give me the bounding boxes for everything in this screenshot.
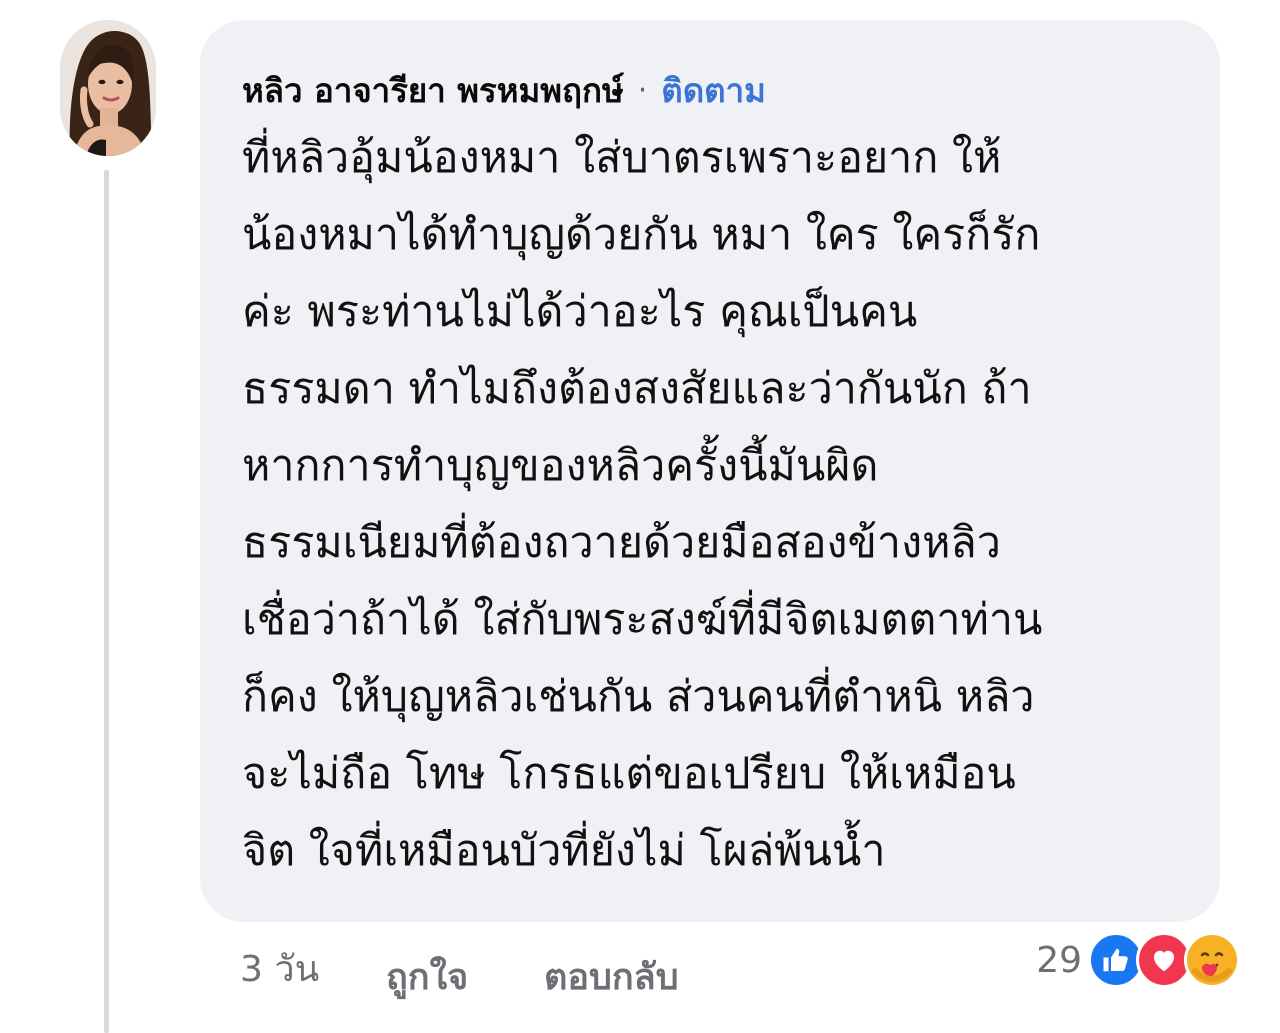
like-button[interactable]: ถูกใจ — [386, 948, 468, 1005]
reaction-count: 29 — [1036, 939, 1082, 981]
comment-bubble: หลิว อาจารียา พรหมพฤกษ์ · ติดตาม ที่หลิว… — [200, 20, 1220, 922]
comment-line: จะไม่ถือ โทษ โกรธแต่ขอเปรียบ ให้เหมือน — [242, 749, 1016, 799]
author-name[interactable]: หลิว อาจารียา พรหมพฤกษ์ — [242, 64, 624, 117]
comment-thread: หลิว อาจารียา พรหมพฤกษ์ · ติดตาม ที่หลิว… — [0, 0, 1280, 1033]
comment-line: เชื่อว่าถ้าได้ ใส่กับพระสงฆ์ที่มีจิตเมตต… — [242, 595, 1043, 645]
avatar-portrait — [60, 20, 156, 156]
timestamp[interactable]: 3 วัน — [240, 940, 319, 997]
author-row: หลิว อาจารียา พรหมพฤกษ์ · ติดตาม — [242, 60, 1180, 120]
comment-line: ค่ะ พระท่านไม่ได้ว่าอะไร คุณเป็นคน — [242, 287, 918, 337]
comment-line: หากการทำบุญของหลิวครั้งนี้มันผิด — [242, 441, 879, 491]
comment-line: น้องหมาได้ทำบุญด้วยกัน หมา ใคร ใครก็รัก — [242, 210, 1041, 260]
comment-line: ธรรมดา ทำไมถึงต้องสงสัยและว่ากันนัก ถ้า — [242, 364, 1032, 414]
comment-text: ที่หลิวอุ้มน้องหมา ใส่บาตรเพราะอยาก ให้ … — [242, 120, 1180, 890]
reaction-summary[interactable]: 29 — [1036, 932, 1240, 988]
avatar[interactable] — [60, 20, 156, 156]
comment-line: ก็คง ให้บุญหลิวเช่นกัน ส่วนคนที่ตำหนิ หล… — [242, 672, 1035, 722]
comment-line: ธรรมเนียมที่ต้องถวายด้วยมือสองข้างหลิว — [242, 518, 1001, 568]
comment-actions: 3 วัน ถูกใจ ตอบกลับ 29 — [240, 932, 1240, 1002]
thread-line — [104, 170, 109, 1033]
care-icon — [1184, 932, 1240, 988]
comment-line: จิต ใจที่เหมือนบัวที่ยังไม่ โผล่พ้นน้ำ — [242, 826, 886, 876]
comment-line: ที่หลิวอุ้มน้องหมา ใส่บาตรเพราะอยาก ให้ — [242, 133, 1002, 183]
follow-button[interactable]: ติดตาม — [661, 64, 766, 117]
separator-dot: · — [637, 72, 648, 108]
reply-button[interactable]: ตอบกลับ — [544, 948, 679, 1005]
